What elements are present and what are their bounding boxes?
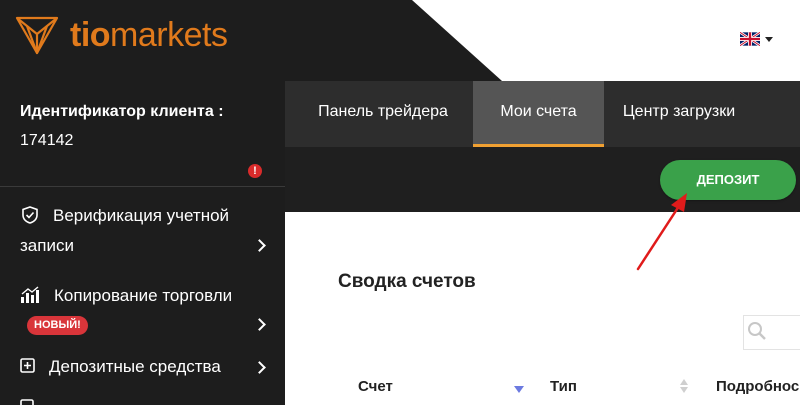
sidebar-item-verification[interactable]: Верификация учетной записи bbox=[0, 200, 285, 270]
plus-square-icon bbox=[20, 358, 35, 373]
chevron-down-icon bbox=[765, 36, 773, 42]
main-tabs: Панель трейдера Мои счета Центр загрузки bbox=[285, 81, 800, 147]
sidebar-item-deposit-funds-label: Депозитные средства bbox=[49, 357, 221, 376]
sidebar-item-deposit-funds[interactable]: Депозитные средства bbox=[0, 354, 285, 384]
sort-desc-icon[interactable] bbox=[514, 386, 524, 393]
tab-trader-panel[interactable]: Панель трейдера bbox=[293, 81, 473, 147]
sidebar-item-verification-label: Верификация учетной bbox=[53, 206, 230, 225]
column-header-details[interactable]: Подробнос bbox=[716, 378, 799, 395]
new-badge: НОВЫЙ! bbox=[27, 316, 88, 335]
sidebar-divider bbox=[0, 186, 285, 187]
tab-download-center[interactable]: Центр загрузки bbox=[604, 81, 754, 147]
logo-text-regular: markets bbox=[110, 16, 228, 54]
logo-wordmark: tiomarkets bbox=[70, 14, 228, 56]
deposit-button[interactable]: ДЕПОЗИТ bbox=[660, 160, 796, 200]
chevron-right-icon bbox=[253, 239, 266, 252]
section-title: Сводка счетов bbox=[338, 271, 476, 292]
copy-trading-icon bbox=[21, 286, 39, 303]
sidebar-item-icon bbox=[20, 399, 34, 405]
sidebar-item-copy-trading-label: Копирование торговли bbox=[54, 286, 233, 305]
logo[interactable]: tiomarkets bbox=[14, 14, 228, 56]
column-header-account[interactable]: Счет bbox=[358, 378, 393, 395]
search-icon[interactable] bbox=[747, 321, 767, 341]
tiomarkets-logo-icon bbox=[15, 16, 59, 55]
sidebar-item-partial[interactable] bbox=[0, 396, 285, 405]
chevron-right-icon bbox=[253, 318, 266, 331]
chevron-right-icon bbox=[253, 361, 266, 374]
uk-flag-icon bbox=[740, 32, 760, 46]
language-selector[interactable] bbox=[740, 32, 773, 46]
top-header: tiomarkets bbox=[0, 0, 800, 81]
client-id-value: 174142 bbox=[20, 132, 74, 149]
tab-my-accounts[interactable]: Мои счета bbox=[473, 81, 604, 147]
logo-text-bold: tio bbox=[70, 16, 111, 54]
column-header-type[interactable]: Тип bbox=[550, 378, 577, 395]
alert-icon[interactable]: ! bbox=[248, 164, 262, 178]
main-content bbox=[285, 212, 800, 405]
sidebar-item-verification-label-line2: записи bbox=[20, 236, 74, 255]
shield-check-icon bbox=[22, 206, 38, 224]
sort-both-icon[interactable] bbox=[680, 379, 688, 393]
client-id-label: Идентификатор клиента : bbox=[20, 103, 224, 120]
